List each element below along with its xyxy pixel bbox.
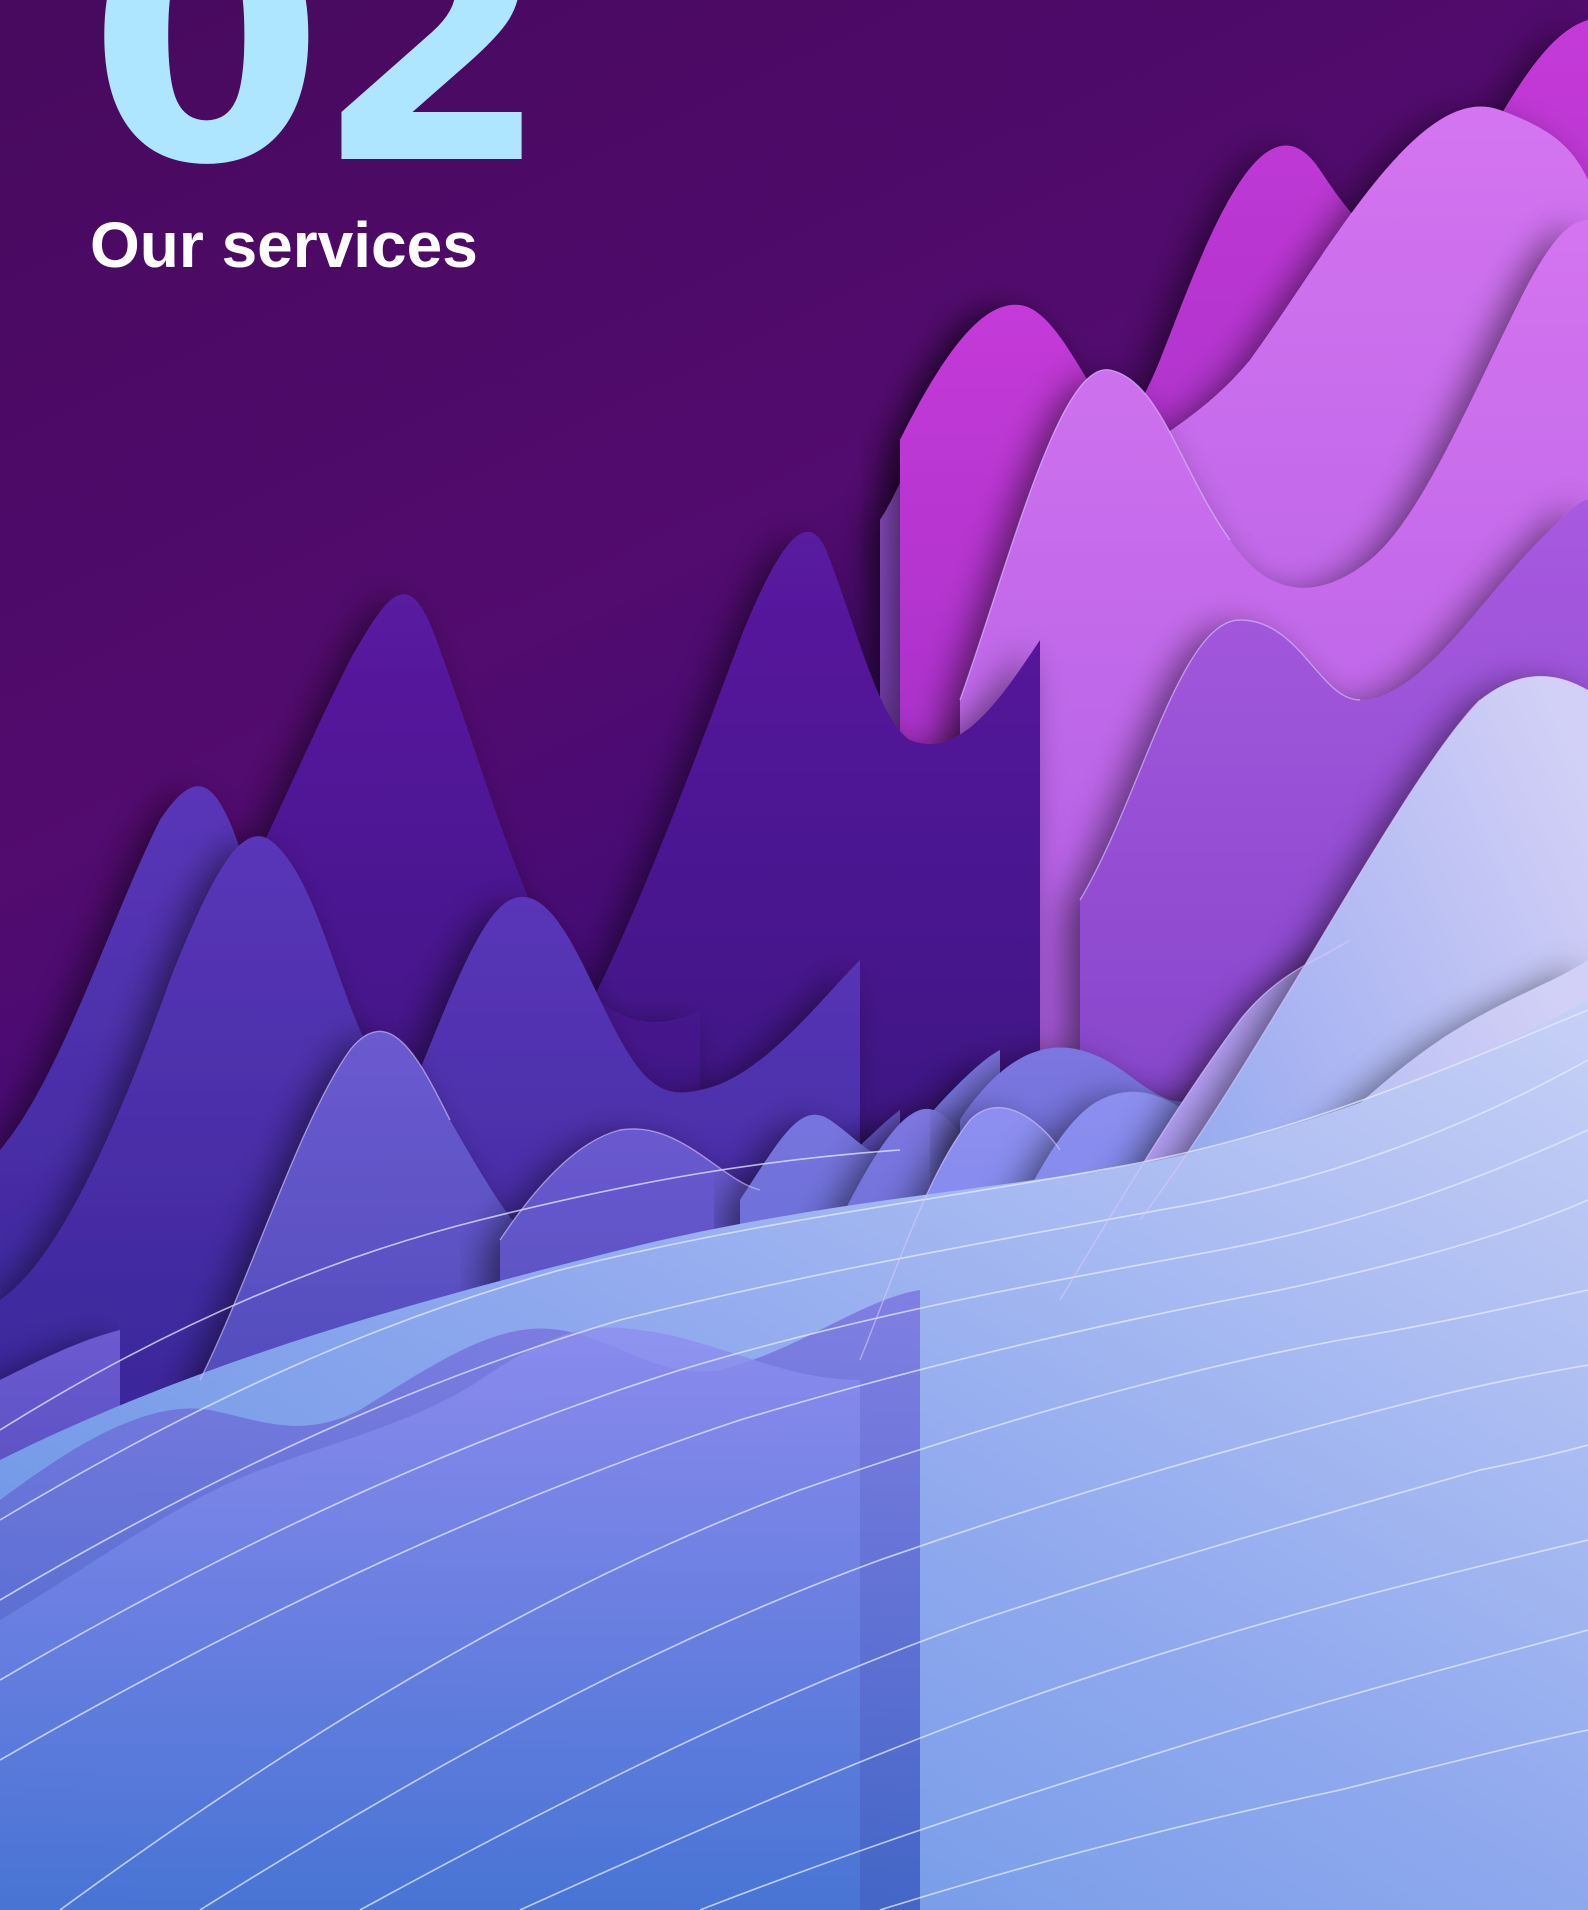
wave-ridges-illustration <box>0 0 1588 1910</box>
section-number: 02 <box>88 0 551 240</box>
section-title: Our services <box>90 209 478 281</box>
hero-artwork <box>0 0 1588 1910</box>
